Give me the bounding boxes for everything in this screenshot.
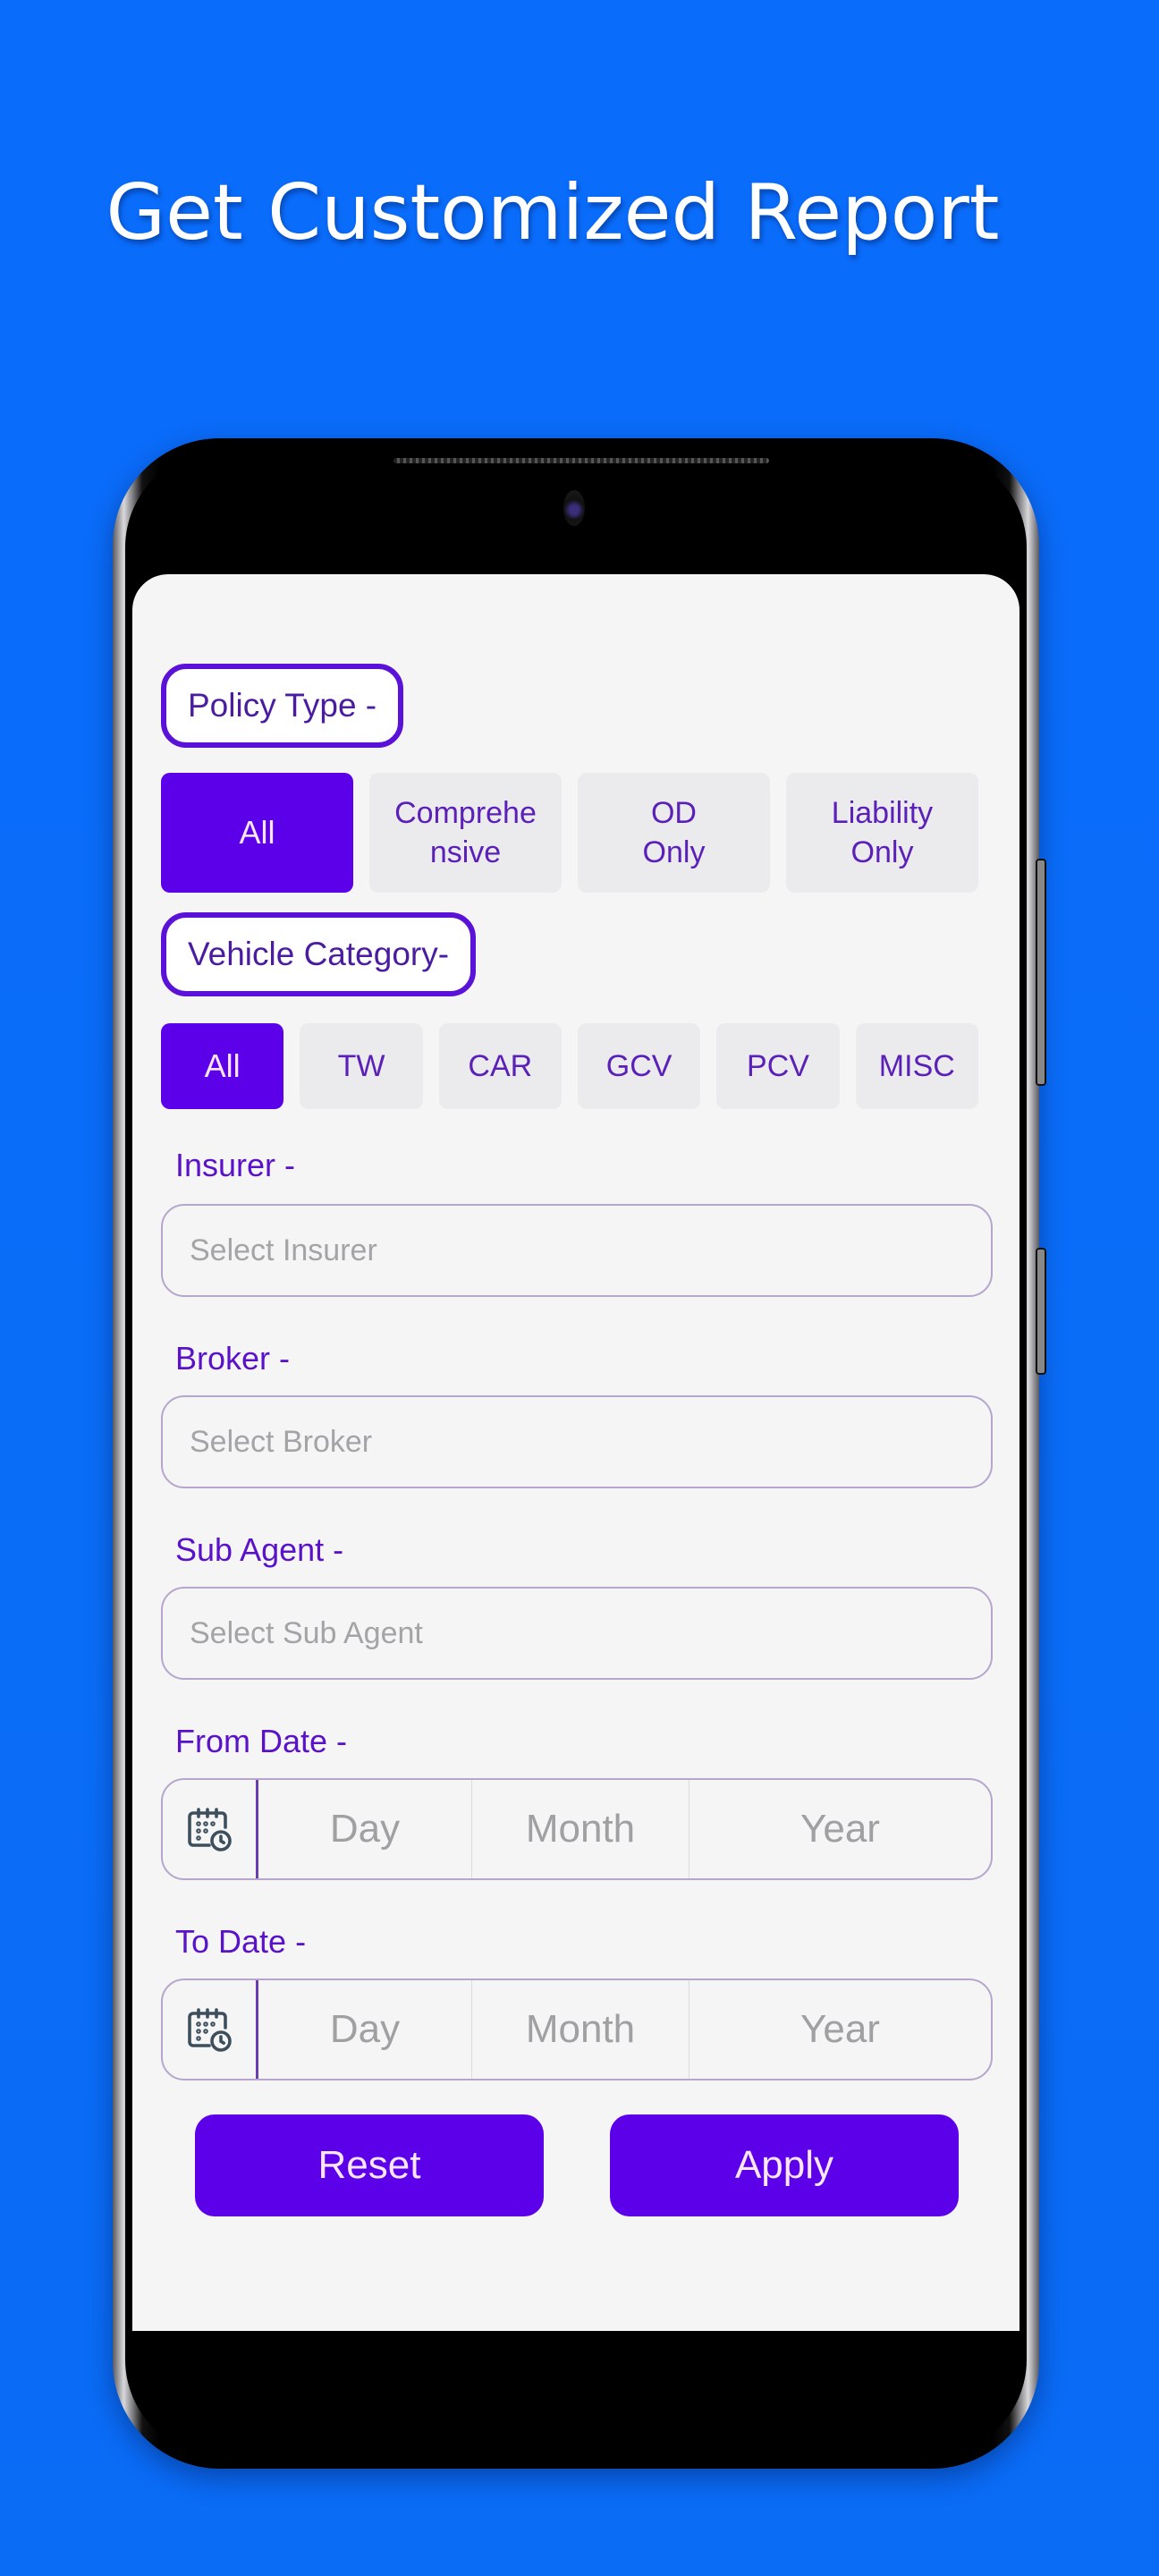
broker-select[interactable]: Select Broker [161,1395,993,1488]
vehicle-option-gcv[interactable]: GCV [577,1023,701,1109]
policy-option-liability-only[interactable]: Liability Only [786,773,978,893]
from-month-field[interactable]: Month [472,1780,689,1878]
to-date-calendar-button[interactable] [163,1980,258,2079]
to-month-field[interactable]: Month [472,1980,689,2079]
power-button [1036,1248,1046,1375]
to-day-field[interactable]: Day [258,1980,472,2079]
vehicle-option-car[interactable]: CAR [438,1023,562,1109]
to-year-field[interactable]: Year [689,1980,991,2079]
from-date-input: Day Month Year [161,1778,993,1880]
from-date-calendar-button[interactable] [163,1780,258,1878]
policy-type-options: All Comprehe nsive OD Only Liability Only [161,773,978,893]
sub-agent-select[interactable]: Select Sub Agent [161,1587,993,1680]
front-camera-icon [563,490,585,526]
vehicle-option-all[interactable]: All [161,1023,284,1109]
reset-button[interactable]: Reset [195,2114,544,2216]
broker-label: Broker - [175,1340,291,1377]
filter-screen: Policy Type - All Comprehe nsive OD Only L… [132,574,1019,2331]
policy-option-comprehensive-label: Comprehe nsive [394,795,537,869]
vehicle-category-label: Vehicle Category- [161,912,477,996]
from-year-field[interactable]: Year [689,1780,991,1878]
volume-button [1036,859,1046,1086]
policy-option-all[interactable]: All [161,773,353,893]
vehicle-option-pcv[interactable]: PCV [716,1023,840,1109]
sub-agent-label: Sub Agent - [175,1531,344,1568]
vehicle-option-tw[interactable]: TW [300,1023,423,1109]
speaker-grille [393,458,769,463]
from-date-label: From Date - [175,1723,348,1759]
apply-button[interactable]: Apply [610,2114,959,2216]
calendar-clock-icon [188,2008,232,2052]
insurer-select[interactable]: Select Insurer [161,1204,993,1297]
to-date-label: To Date - [175,1923,307,1960]
from-day-field[interactable]: Day [258,1780,472,1878]
policy-option-comprehensive[interactable]: Comprehe nsive [369,773,562,893]
policy-option-od-only[interactable]: OD Only [578,773,770,893]
insurer-label: Insurer - [175,1147,296,1183]
policy-option-od-only-label: OD Only [642,795,706,869]
policy-type-label: Policy Type - [161,664,404,748]
to-date-input: Day Month Year [161,1979,993,2080]
page-headline: Get Customized Report [106,168,1000,258]
vehicle-option-misc[interactable]: MISC [855,1023,978,1109]
policy-option-liability-only-label: Liability Only [831,795,934,869]
vehicle-category-options: All TW CAR GCV PCV MISC [161,1023,978,1109]
calendar-clock-icon [188,1808,232,1852]
